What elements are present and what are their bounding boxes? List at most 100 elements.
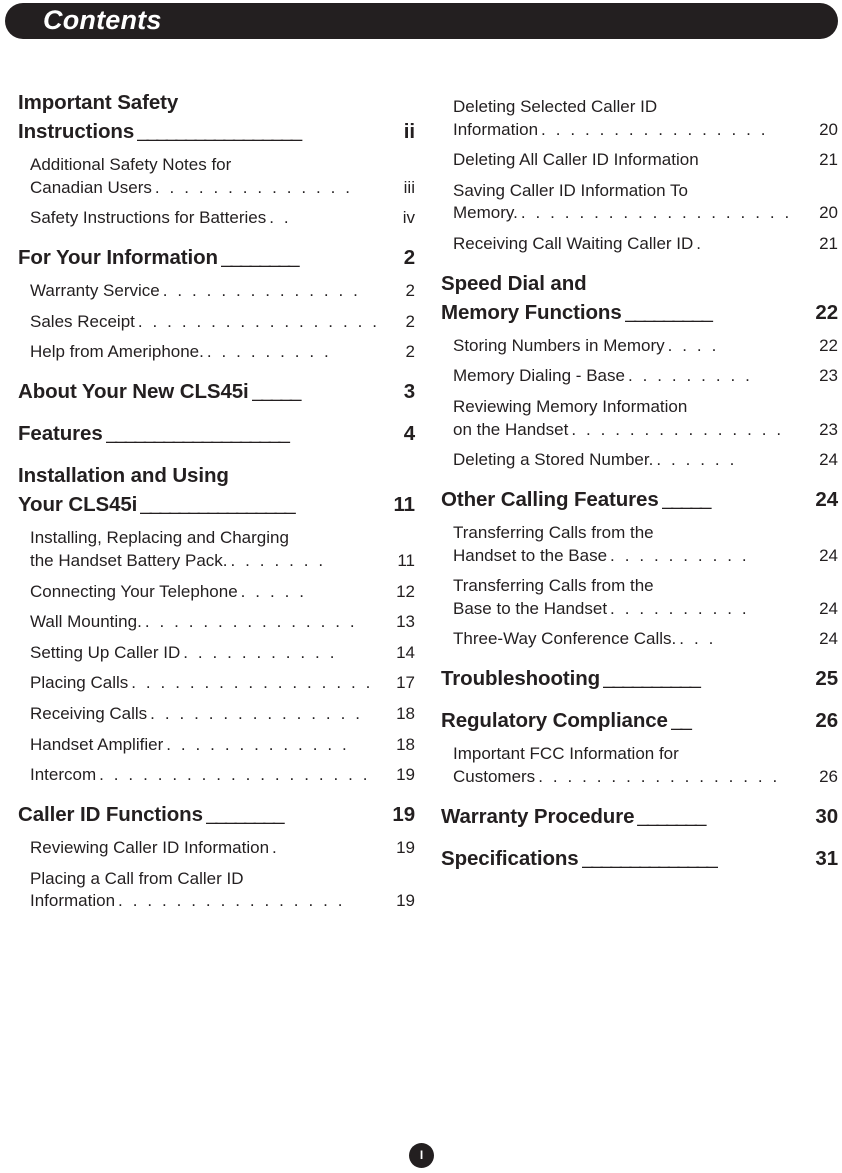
toc-heading-entry[interactable]: Other Calling Features _____ 24 xyxy=(441,485,838,514)
page-folio: I xyxy=(409,1143,434,1168)
toc-entry-row: Receiving Call Waiting Caller ID. 21 xyxy=(453,233,838,256)
toc-page-number: 23 xyxy=(819,419,838,439)
toc-page-number: 26 xyxy=(819,766,838,786)
toc-entry-label: Troubleshooting xyxy=(441,667,601,691)
toc-entry-row: Troubleshooting __________ 25 xyxy=(441,664,838,693)
toc-leader: _________ xyxy=(624,299,713,323)
toc-sub-entry[interactable]: Reviewing Memory Information on the Hands… xyxy=(441,396,838,441)
toc-leader: _________________ xyxy=(137,119,302,143)
toc-entry-row: Information. . . . . . . . . . . . . . .… xyxy=(453,119,838,142)
toc-entry-row: Customers. . . . . . . . . . . . . . . .… xyxy=(453,766,838,789)
toc-entry-label: Other Calling Features xyxy=(441,487,659,511)
toc-entry-row: Memory Functions _________ 22 xyxy=(441,298,838,327)
toc-page-number: 20 xyxy=(819,119,838,139)
toc-sub-entry[interactable]: Deleting All Caller ID Information 21 xyxy=(441,149,838,172)
toc-entry-row: Memory.. . . . . . . . . . . . . . . . .… xyxy=(453,202,838,225)
toc-page-number: 24 xyxy=(815,487,838,511)
toc-entry-line: Reviewing Memory Information xyxy=(453,397,688,417)
toc-entry-line: Saving Caller ID Information To xyxy=(453,180,688,200)
toc-sub-entry[interactable]: Important FCC Information for Customers. … xyxy=(441,743,838,788)
toc-leader: . . . xyxy=(679,629,716,649)
toc-sub-entry[interactable]: Receiving Call Waiting Caller ID. 21 xyxy=(441,233,838,256)
toc-leader: . . . . . . . . . . . . . . . . . . . xyxy=(520,203,792,223)
toc-heading-entry[interactable]: Specifications ______________ 31 xyxy=(441,844,838,873)
toc-entry-row: Deleting All Caller ID Information 21 xyxy=(453,149,838,172)
toc-entry-line: Transferring Calls from the xyxy=(453,576,654,596)
toc-entry-label: Receiving Call Waiting Caller ID xyxy=(453,234,694,254)
toc-columns: Important Safety Instructions ____________… xyxy=(0,88,842,913)
toc-entry-row: on the Handset. . . . . . . . . . . . . … xyxy=(453,419,838,442)
toc-entry-line: Important FCC Information for xyxy=(453,744,679,764)
toc-entry-label: on the Handset xyxy=(453,419,569,439)
toc-entry-row: Deleting a Stored Number.. . . . . . 24 xyxy=(453,449,838,472)
toc-sub-entry[interactable]: Three-Way Conference Calls.. . . 24 xyxy=(441,628,838,651)
toc-leader: ________________ xyxy=(140,492,295,516)
toc-leader: . . . . . . . . . xyxy=(627,366,753,386)
toc-page-number: 26 xyxy=(815,709,838,733)
toc-heading-entry[interactable]: Speed Dial and Memory Functions _________ 2… xyxy=(441,269,838,327)
toc-leader: . . . . . . . . . . . . . . . xyxy=(571,419,784,439)
toc-page-number: 24 xyxy=(819,629,838,649)
toc-page-number: 24 xyxy=(819,450,838,470)
toc-page-number: 22 xyxy=(815,300,838,324)
toc-entry-label: Deleting All Caller ID Information xyxy=(453,150,699,170)
toc-page-number: 24 xyxy=(819,598,838,618)
toc-page-number: 22 xyxy=(819,335,838,355)
toc-page-number: 20 xyxy=(819,203,838,223)
toc-leader: __ xyxy=(670,708,692,732)
toc-heading-entry[interactable]: Regulatory Compliance __ 26 xyxy=(441,706,838,735)
toc-entry-label: Memory Functions xyxy=(441,300,622,324)
toc-entry-label: Memory. xyxy=(453,203,518,223)
contents-header-bar: Contents xyxy=(5,3,838,39)
toc-entry-label: Warranty Procedure xyxy=(441,804,635,828)
toc-leader: . . . . xyxy=(667,335,719,355)
toc-sub-entry[interactable]: Transferring Calls from the Base to the H… xyxy=(441,575,838,620)
toc-entry-row: Warranty Procedure _______ 30 xyxy=(441,802,838,831)
toc-leader: ___________________ xyxy=(105,421,290,445)
toc-entry-row: Regulatory Compliance __ 26 xyxy=(441,706,838,735)
toc-entry-line: Transferring Calls from the xyxy=(453,523,654,543)
toc-page-number: 31 xyxy=(815,846,838,870)
toc-leader: _____ xyxy=(661,486,712,510)
toc-entry-label: Customers xyxy=(453,766,536,786)
toc-heading-entry[interactable]: Troubleshooting __________ 25 xyxy=(441,664,838,693)
toc-leader: _______ xyxy=(637,803,706,827)
toc-leader: . . . . . . . . . . xyxy=(610,545,750,565)
toc-sub-entry[interactable]: Deleting Selected Caller ID Information. … xyxy=(441,96,838,141)
toc-sub-entry[interactable]: Transferring Calls from the Handset to th… xyxy=(441,522,838,567)
folio-number: I xyxy=(419,1148,424,1162)
toc-leader: . . . . . . xyxy=(656,450,737,470)
toc-entry-row: Base to the Handset. . . . . . . . . . 24 xyxy=(453,598,838,621)
toc-entry-label: Base to the Handset xyxy=(453,598,608,618)
toc-entry-row: Handset to the Base. . . . . . . . . . 24 xyxy=(453,545,838,568)
toc-leader: ________ xyxy=(205,801,285,825)
toc-entry-row: Storing Numbers in Memory. . . . 22 xyxy=(453,335,838,358)
toc-page-number: 21 xyxy=(819,234,838,254)
toc-entry-line: Speed Dial and xyxy=(441,271,587,295)
toc-page-number: 21 xyxy=(819,150,838,170)
toc-page-number: 30 xyxy=(815,804,838,828)
toc-sub-entry[interactable]: Storing Numbers in Memory. . . . 22 xyxy=(441,335,838,358)
toc-entry-row: Other Calling Features _____ 24 xyxy=(441,485,838,514)
page-title: Contents xyxy=(43,4,162,35)
toc-entry-label: Deleting a Stored Number. xyxy=(453,450,654,470)
toc-entry-label: Information xyxy=(453,119,539,139)
toc-entry-row: Three-Way Conference Calls.. . . 24 xyxy=(453,628,838,651)
toc-page-number: 25 xyxy=(815,667,838,691)
toc-leader: . . . . . . . . . . . . . . . . . xyxy=(538,766,780,786)
toc-sub-entry[interactable]: Deleting a Stored Number.. . . . . . 24 xyxy=(441,449,838,472)
toc-column-right: Deleting Selected Caller ID Information. … xyxy=(0,88,842,913)
toc-leader: ________ xyxy=(220,245,300,269)
toc-page-number: 24 xyxy=(819,545,838,565)
toc-heading-entry[interactable]: Warranty Procedure _______ 30 xyxy=(441,802,838,831)
toc-leader: . xyxy=(696,234,704,254)
toc-entry-label: Specifications xyxy=(441,846,579,870)
toc-entry-label: Regulatory Compliance xyxy=(441,709,668,733)
toc-sub-entry[interactable]: Saving Caller ID Information To Memory.. … xyxy=(441,180,838,225)
toc-leader: ______________ xyxy=(581,845,718,869)
toc-entry-label: Handset to the Base xyxy=(453,545,608,565)
toc-leader: __________ xyxy=(603,666,701,690)
toc-sub-entry[interactable]: Memory Dialing - Base. . . . . . . . . 23 xyxy=(441,365,838,388)
toc-entry-line: Deleting Selected Caller ID xyxy=(453,97,658,116)
toc-entry-row: Memory Dialing - Base. . . . . . . . . 23 xyxy=(453,365,838,388)
